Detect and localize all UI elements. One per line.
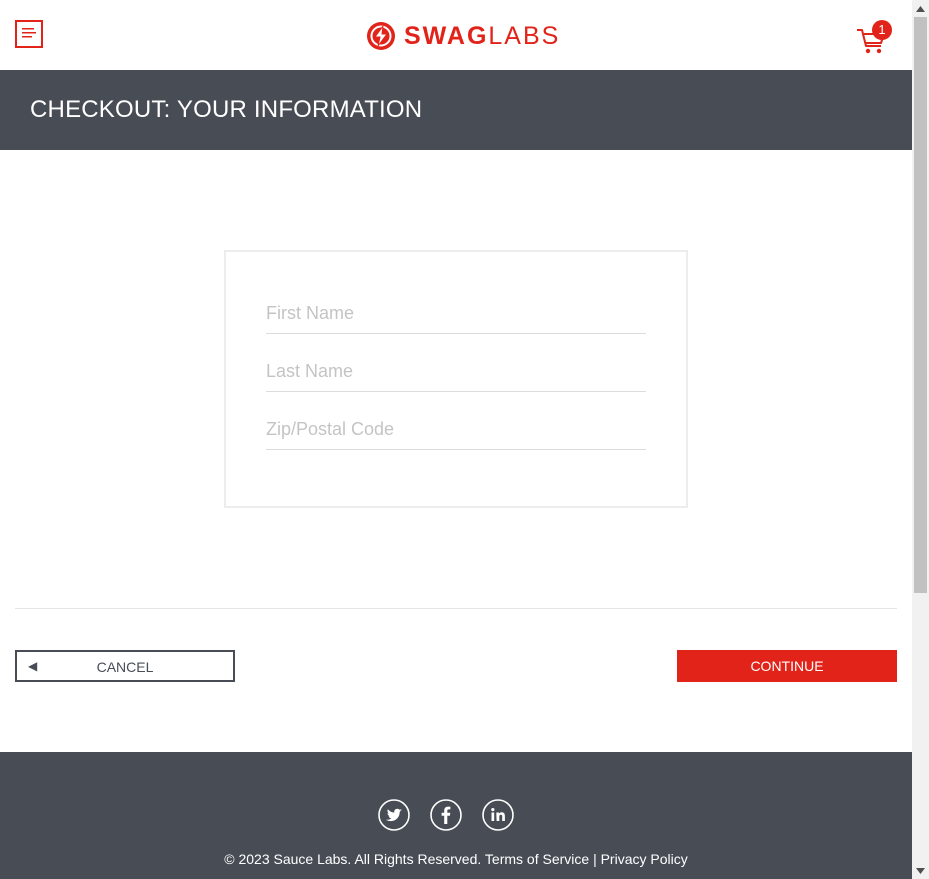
copyright-text: © 2023 Sauce Labs. All Rights Reserved. [224,851,482,867]
browser-viewport: SWAGLABS 1 CHECKOUT: YOUR INFORMATION Fi… [0,0,929,879]
scroll-down-arrow-icon[interactable] [912,862,929,879]
menu-button[interactable] [15,20,43,48]
page-title: CHECKOUT: YOUR INFORMATION [30,96,423,123]
checkout-info-form [224,250,688,508]
first-name-input[interactable] [266,294,646,334]
facebook-icon[interactable] [430,799,462,831]
continue-button[interactable]: CONTINUE [677,650,897,682]
copyright-line: © 2023 Sauce Labs. All Rights Reserved. … [0,851,912,867]
logo-wordmark: SWAGLABS [404,21,560,51]
checkout-page: SWAGLABS 1 CHECKOUT: YOUR INFORMATION Fi… [0,0,912,879]
actions-divider [15,608,897,609]
title-band: CHECKOUT: YOUR INFORMATION [0,70,912,150]
scroll-up-arrow-icon[interactable] [912,0,929,17]
shopping-cart-button[interactable]: 1 [856,20,892,56]
twitter-icon[interactable] [378,799,410,831]
logo-light-text: LABS [488,22,561,50]
cancel-button[interactable]: ◀ CANCEL [15,650,235,682]
hamburger-menu-icon [22,28,36,38]
swaglabs-logo: SWAGLABS [366,21,560,51]
terms-link[interactable]: Terms of Service [485,851,589,867]
footer: © 2023 Sauce Labs. All Rights Reserved. … [0,752,912,879]
logo-bold-text: SWAG [404,22,489,50]
linkedin-icon[interactable] [482,799,514,831]
vertical-scrollbar[interactable] [912,0,929,879]
scrollbar-thumb[interactable] [914,17,927,593]
lightning-bolt-circle-icon [367,22,395,50]
header: SWAGLABS 1 [0,0,912,70]
cancel-button-label: CANCEL [96,659,154,675]
footer-separator: | [593,851,597,867]
last-name-input[interactable] [266,352,646,392]
postal-code-input[interactable] [266,410,646,450]
privacy-link[interactable]: Privacy Policy [601,851,688,867]
cart-badge: 1 [872,20,892,40]
